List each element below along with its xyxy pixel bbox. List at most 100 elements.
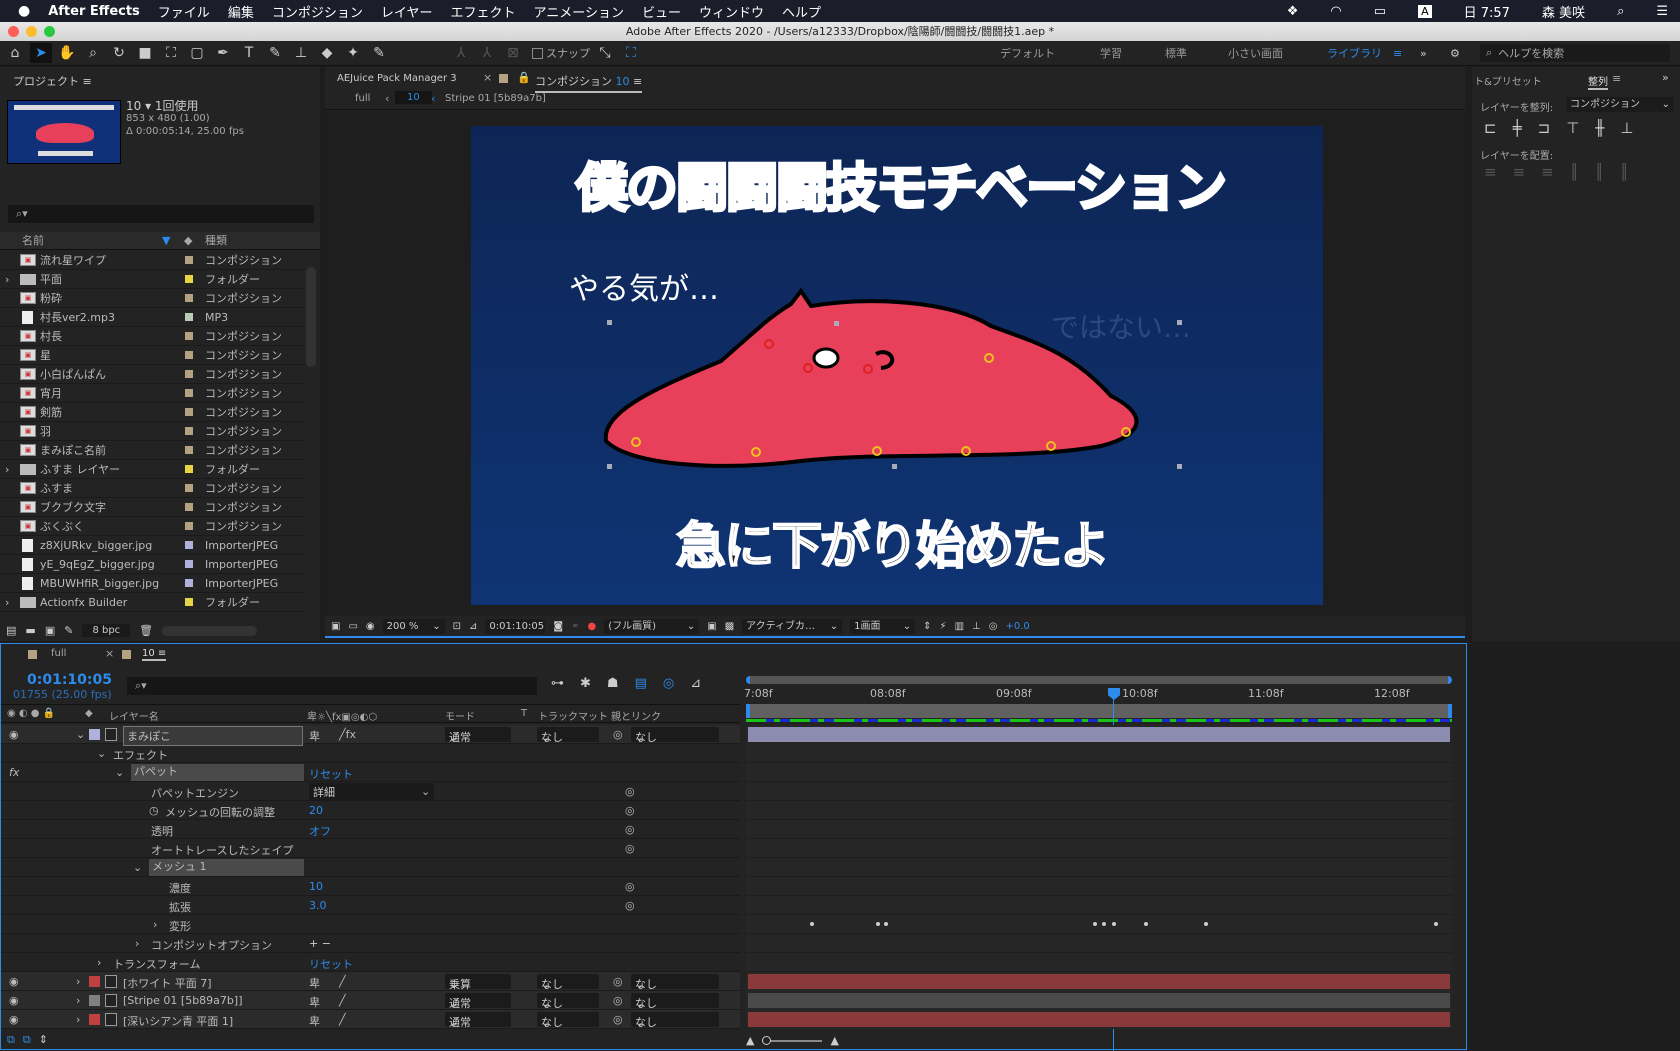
more-workspaces-icon[interactable]: » <box>1420 41 1427 66</box>
layer-label-swatch[interactable] <box>89 995 100 1006</box>
zoom-tool-icon[interactable]: ⌕ <box>82 43 104 63</box>
project-item[interactable]: z8XjURkv_bigger.jpg ImporterJPEG <box>0 536 305 555</box>
layer-name[interactable]: まみぽこ <box>123 726 303 746</box>
workspace-standard[interactable]: 標準 <box>1165 41 1187 66</box>
property-row[interactable]: 拡張 3.0 ◎ <box>1 896 740 915</box>
reset-exposure-icon[interactable]: ◎ <box>989 621 998 632</box>
views-select[interactable]: 1画面 ⌄ <box>850 618 916 634</box>
property-value[interactable]: リセット <box>309 956 353 972</box>
keyframe[interactable] <box>1102 922 1106 926</box>
label-swatch[interactable] <box>185 370 193 378</box>
project-item[interactable]: ▣ ふすま コンポジション <box>0 479 305 498</box>
puppet-pin-tool-icon[interactable]: ✎ <box>368 43 390 63</box>
expand-chevron-icon[interactable]: › <box>5 463 9 476</box>
label-swatch[interactable] <box>185 598 193 606</box>
project-panel-title[interactable]: プロジェクト ≡ <box>13 73 92 89</box>
label-swatch[interactable] <box>185 503 193 511</box>
label-tag-icon[interactable]: ◆ <box>184 232 192 250</box>
expand-chevron-icon[interactable]: › <box>5 596 9 609</box>
property-row[interactable]: › トランスフォーム リセット <box>1 953 740 972</box>
menu-file[interactable]: ファイル <box>158 2 210 21</box>
project-item[interactable]: › 平面 フォルダー <box>0 270 305 289</box>
rotate-tool-icon[interactable]: ↻ <box>108 43 130 63</box>
visibility-eye-icon[interactable]: ◉ <box>9 1013 19 1026</box>
expand-chevron-icon[interactable]: › <box>76 1013 80 1026</box>
keyframe[interactable] <box>1093 922 1097 926</box>
exposure-value[interactable]: +0.0 <box>1005 621 1029 632</box>
property-row[interactable]: › コンポジットオプション + − <box>1 934 740 953</box>
distribute-bottom-icon[interactable]: ≡ <box>1541 163 1554 181</box>
layer-switches-icon[interactable]: 卑☼╲fx▣◎◐⬡ <box>307 708 377 723</box>
pen-tool-icon[interactable]: ✒ <box>212 43 234 63</box>
visibility-eye-icon[interactable]: ◉ <box>9 994 19 1007</box>
expression-pickwhip-icon[interactable]: ◎ <box>625 785 635 798</box>
toggle-pixel-icon[interactable]: ⇕ <box>923 621 931 632</box>
transparency-grid-icon[interactable]: ▩ <box>725 621 734 632</box>
parent-select[interactable]: なし ⌄ <box>631 1012 719 1029</box>
expression-pickwhip-icon[interactable]: ◎ <box>625 804 635 817</box>
property-track[interactable] <box>746 820 1452 839</box>
axis-view-icon[interactable]: ⊠ <box>502 43 524 63</box>
menu-view[interactable]: ビュー <box>642 2 681 21</box>
layer-switches-toggle-icon[interactable]: ⧉ <box>7 1033 15 1047</box>
property-track[interactable] <box>746 801 1452 820</box>
tab-aejuice[interactable]: AEJuice Pack Manager 3 <box>337 73 457 84</box>
property-row[interactable]: fx ⌄ パペット リセット <box>1 763 740 782</box>
expression-pickwhip-icon[interactable]: ◎ <box>625 899 635 912</box>
distribute-left-icon[interactable]: ║ <box>1570 163 1579 181</box>
chevron-left-icon[interactable]: ‹ <box>431 92 435 105</box>
shy-switch-icon[interactable]: 卑 <box>309 975 320 991</box>
align-top-icon[interactable]: ⊤ <box>1566 119 1579 137</box>
timeline-icon[interactable]: ▥ <box>955 621 964 632</box>
stamp-tool-icon[interactable]: ⊥ <box>290 43 312 63</box>
breadcrumb-10[interactable]: 10 <box>395 91 432 104</box>
snapshot-icon[interactable]: ◙ <box>553 621 563 632</box>
frame-blending-icon[interactable]: ▤ <box>635 676 647 691</box>
region-of-interest-icon[interactable]: ⊡ <box>453 621 461 632</box>
parent-select[interactable]: なし ⌄ <box>631 993 719 1010</box>
workspace-settings-icon[interactable]: ⚙ <box>1450 41 1460 66</box>
parent-select[interactable]: なし ⌄ <box>631 974 719 991</box>
expand-chevron-icon[interactable]: ⌄ <box>76 728 85 741</box>
col-layer-name[interactable]: レイヤー名 <box>109 708 159 723</box>
col-t[interactable]: T <box>521 708 527 719</box>
zoom-window-button[interactable] <box>44 26 55 37</box>
time-ruler[interactable]: 7:08f 08:08f 09:08f 10:08f 11:08f 12:08f <box>744 674 1452 722</box>
user-name[interactable]: 森 美咲 <box>1542 2 1585 21</box>
project-item[interactable]: ▣ 流れ星ワイプ コンポジション <box>0 251 305 270</box>
flowchart-icon[interactable]: ⊥ <box>972 621 981 632</box>
distribute-hcenter-icon[interactable]: ║ <box>1595 163 1604 181</box>
camera-tool-icon[interactable]: ■ <box>134 43 156 63</box>
align-to-select[interactable]: コンポジション ⌄ <box>1566 97 1674 112</box>
chevron-left-icon[interactable]: ‹ <box>385 92 389 105</box>
label-swatch[interactable] <box>185 465 193 473</box>
layer-name[interactable]: [深いシアン青 平面 1] <box>123 1013 233 1029</box>
expand-chevron-icon[interactable]: › <box>76 994 80 1007</box>
label-swatch[interactable] <box>185 332 193 340</box>
layer-duration-bar[interactable] <box>746 972 1452 991</box>
project-item[interactable]: 村長ver2.mp3 MP3 <box>0 308 305 327</box>
selection-tool-icon[interactable]: ➤ <box>30 43 52 63</box>
fx-icon[interactable]: fx <box>9 766 19 779</box>
label-swatch[interactable] <box>185 275 193 283</box>
menu-animation[interactable]: アニメーション <box>533 2 623 21</box>
property-value[interactable]: オフ <box>309 823 331 839</box>
col-type[interactable]: 種類 <box>205 232 227 250</box>
timeline-tab-full[interactable]: full <box>51 648 66 659</box>
menu-layer[interactable]: レイヤー <box>381 2 433 21</box>
draft-3d-icon[interactable]: ✱ <box>580 676 591 691</box>
eraser-tool-icon[interactable]: ◆ <box>316 43 338 63</box>
align-right-icon[interactable]: ⊐ <box>1538 119 1551 137</box>
breadcrumb-stripe[interactable]: Stripe 01 [5b89a7b] <box>445 93 546 104</box>
layer-name[interactable]: [Stripe 01 [5b89a7b]] <box>123 994 242 1007</box>
layer-duration-bar[interactable] <box>746 1010 1452 1029</box>
property-value[interactable]: 詳細 <box>309 783 434 801</box>
pick-whip-icon[interactable]: ◎ <box>613 728 623 741</box>
time-navigator[interactable] <box>746 676 1452 684</box>
property-row[interactable]: オートトレースしたシェイプ ◎ <box>1 839 740 858</box>
col-trackmatte[interactable]: トラックマット <box>538 708 608 723</box>
label-swatch[interactable] <box>185 351 193 359</box>
rectangle-tool-icon[interactable]: ▢ <box>186 43 208 63</box>
project-hscroll[interactable] <box>162 625 258 636</box>
expand-chevron-icon[interactable]: › <box>5 273 9 286</box>
